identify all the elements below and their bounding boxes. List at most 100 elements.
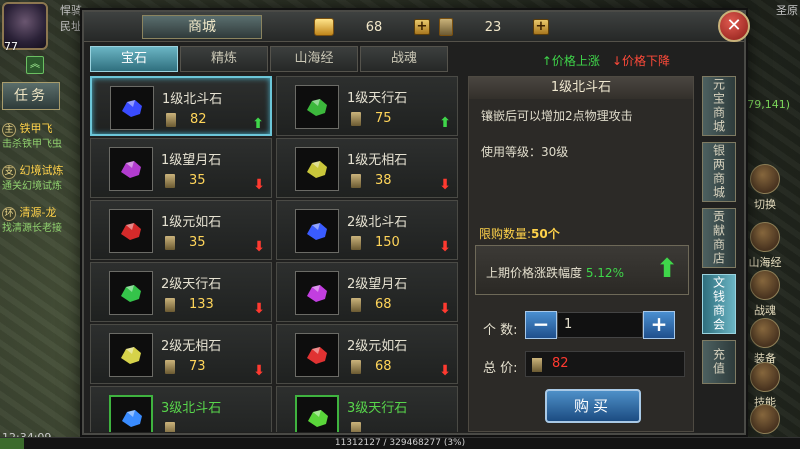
gem-icon-box <box>109 209 153 253</box>
shop-item[interactable]: 2级无相石 73 ⬇ <box>90 324 272 384</box>
item-name: 2级北斗石 <box>347 215 408 230</box>
item-price: 73 <box>189 359 206 374</box>
experience-bar: 11312127 / 329468277 (3%) <box>0 437 800 449</box>
quest-item-branch[interactable]: 支 幻境试炼 通关幻境试炼 <box>2 164 82 193</box>
shop-item[interactable]: 1级望月石 35 ⬇ <box>90 138 272 198</box>
price-change-box: 上期价格涨跌幅度 5.12% ⬆ <box>475 245 689 295</box>
side-tab-coin-market[interactable]: 文钱商会 <box>702 274 736 334</box>
quest-item-main[interactable]: 主 铁甲飞 击杀铁甲飞虫 <box>2 122 82 151</box>
shop-item[interactable]: 1级天行石 75 ⬆ <box>276 76 458 136</box>
add-yuanbao-button[interactable]: + <box>414 19 430 35</box>
gem-icon-box <box>109 333 153 377</box>
decrease-button[interactable]: − <box>525 311 557 339</box>
tab-zhanhun[interactable]: 战魂 <box>360 46 448 72</box>
gem-icon-box <box>109 147 153 191</box>
item-name: 1级北斗石 <box>162 92 223 107</box>
shop-item[interactable]: 1级无相石 38 ⬇ <box>276 138 458 198</box>
side-tab-silver-shop[interactable]: 银两商城 <box>702 142 736 202</box>
legend-price-down: ↓价格下降 <box>611 54 670 68</box>
item-name: 2级无相石 <box>161 339 222 354</box>
shanhaijing-icon <box>750 222 780 252</box>
equipment-button[interactable]: 装备 <box>744 318 786 366</box>
gem-icon <box>307 223 327 240</box>
left-hud: 77 悍骑民址 ︽ 任务 主 铁甲飞 击杀铁甲飞虫 支 幻境试炼 通关幻境试炼 … <box>0 0 88 449</box>
shop-item[interactable]: 2级望月石 68 ⬇ <box>276 262 458 322</box>
collapse-up-icon[interactable]: ︽ <box>26 56 44 74</box>
price-legend: ↑价格上涨 ↓价格下降 <box>542 52 670 69</box>
shop-titlebar: 商城 68 + 23 + ✕ <box>84 10 750 42</box>
item-name: 3级北斗石 <box>161 401 222 416</box>
side-tab-yuanbao-shop[interactable]: 元宝商城 <box>702 76 736 136</box>
arrow-down-icon: ⬇ <box>253 239 265 255</box>
coin-icon <box>165 298 175 312</box>
shop-title: 商城 <box>142 15 262 39</box>
coin-icon <box>351 174 361 188</box>
coin-icon <box>351 236 361 250</box>
add-coin-button[interactable]: + <box>533 19 549 35</box>
coin-icon <box>166 113 176 127</box>
tab-refine[interactable]: 精炼 <box>180 46 268 72</box>
item-price: 82 <box>190 112 207 127</box>
switch-button[interactable]: 切换 <box>744 164 786 212</box>
legend-price-up: ↑价格上涨 <box>541 54 600 68</box>
total-price-value: 82 <box>552 356 569 371</box>
item-name: 2级元如石 <box>347 339 408 354</box>
skill-icon <box>750 362 780 392</box>
item-price: 68 <box>375 359 392 374</box>
coin-icon <box>351 360 361 374</box>
yuanbao-balance: 68 + <box>314 17 430 37</box>
gem-icon <box>121 161 141 178</box>
shop-item[interactable]: 1级元如石 35 ⬇ <box>90 200 272 260</box>
arrow-down-icon: ⬇ <box>253 363 265 379</box>
shanhaijing-label: 山海经 <box>748 256 782 269</box>
gem-icon-box <box>109 271 153 315</box>
quantity-input[interactable]: 1 <box>557 312 643 338</box>
shop-item[interactable]: 2级北斗石 150 ⬇ <box>276 200 458 260</box>
coin-icon <box>532 358 542 372</box>
quest-desc: 通关幻境试炼 <box>2 181 62 192</box>
yuanbao-icon <box>314 18 334 36</box>
yuanbao-value: 68 <box>365 19 383 35</box>
quest-title: 幻境试炼 <box>19 164 64 177</box>
side-tab-recharge[interactable]: 充值 <box>702 340 736 384</box>
task-button[interactable]: 任务 <box>2 82 60 110</box>
equipment-icon <box>750 318 780 348</box>
increase-button[interactable]: + <box>643 311 675 339</box>
skill-button[interactable]: 技能 <box>744 362 786 410</box>
shop-item[interactable]: 1级北斗石 82 ⬆ <box>90 76 272 136</box>
zhanhun-icon <box>750 270 780 300</box>
quest-tag: 主 <box>2 123 16 137</box>
quest-title: 铁甲飞 <box>19 122 53 135</box>
shanhaijing-button[interactable]: 山海经 <box>744 222 786 270</box>
arrow-down-icon: ⬇ <box>439 363 451 379</box>
tab-shanhaijing[interactable]: 山海经 <box>270 46 358 72</box>
shop-item[interactable]: 2级元如石 68 ⬇ <box>276 324 458 384</box>
quest-tag: 环 <box>2 207 16 221</box>
item-name: 1级无相石 <box>347 153 408 168</box>
zhanhun-button[interactable]: 战魂 <box>744 270 786 318</box>
buy-button[interactable]: 购买 <box>545 389 641 423</box>
tab-gem[interactable]: 宝石 <box>90 46 178 72</box>
gem-icon-box <box>295 271 339 315</box>
quest-title: 清源-龙 <box>19 206 57 219</box>
total-price-box: 82 <box>525 351 685 377</box>
item-name: 1级天行石 <box>347 91 408 106</box>
quest-item-loop[interactable]: 环 清源-龙 找清源长老接 <box>2 206 82 235</box>
shop-item[interactable]: 3级天行石 <box>276 386 458 432</box>
switch-icon <box>750 164 780 194</box>
arrow-up-icon: ⬆ <box>656 254 678 284</box>
item-name: 2级天行石 <box>161 277 222 292</box>
quest-desc: 找清源长老接 <box>2 223 62 234</box>
side-tab-contribution-shop[interactable]: 贡献商店 <box>702 208 736 268</box>
gem-icon-box <box>295 147 339 191</box>
arrow-down-icon: ⬇ <box>253 177 265 193</box>
coin-icon <box>165 422 175 432</box>
close-button[interactable]: ✕ <box>718 10 750 42</box>
purchase-limit: 限购数量:50个 <box>479 225 560 242</box>
shop-item[interactable]: 3级北斗石 <box>90 386 272 432</box>
coin-icon <box>165 174 175 188</box>
detail-description: 镶嵌后可以增加2点物理攻击 <box>481 109 633 123</box>
limit-value: 50个 <box>531 227 560 241</box>
shop-item[interactable]: 2级天行石 133 ⬇ <box>90 262 272 322</box>
gem-icon <box>307 161 327 178</box>
